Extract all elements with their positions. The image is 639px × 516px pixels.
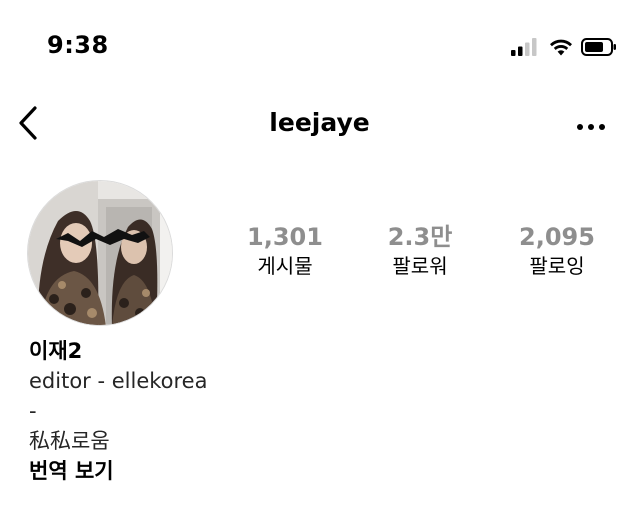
cellular-signal-icon [511,38,537,56]
see-translation-link[interactable]: 번역 보기 [29,456,609,486]
wifi-icon [549,38,573,56]
bio-line: - [29,399,37,423]
more-options-button[interactable] [571,108,611,142]
bio-line: editor - ellekorea [29,369,208,393]
profile-avatar[interactable] [27,180,173,326]
status-time: 9:38 [47,31,109,59]
posts-count: 1,301 [247,223,323,251]
profile-stats: 1,301 게시물 2.3만 팔로워 2,095 팔로잉 [210,222,630,292]
followers-label: 팔로워 [392,254,448,278]
status-bar: 9:38 [0,0,639,90]
status-icons [511,36,617,58]
profile-header: leejaye [0,98,639,152]
ellipsis-horizontal-icon [576,116,606,135]
page-title: leejaye [269,108,370,137]
posts-label: 게시물 [257,254,313,278]
following-label: 팔로잉 [529,254,585,278]
profile-bio: 이재2 editor - ellekorea - 私私로움 번역 보기 [29,336,609,486]
bio-line: 私私로움 [29,429,110,453]
battery-icon [581,38,617,56]
following-count: 2,095 [519,223,595,251]
stat-following[interactable]: 2,095 팔로잉 [492,222,622,280]
stat-posts[interactable]: 1,301 게시물 [220,222,350,280]
followers-count: 2.3만 [387,223,453,251]
stat-followers[interactable]: 2.3만 팔로워 [355,222,485,280]
display-name: 이재2 [29,339,83,363]
